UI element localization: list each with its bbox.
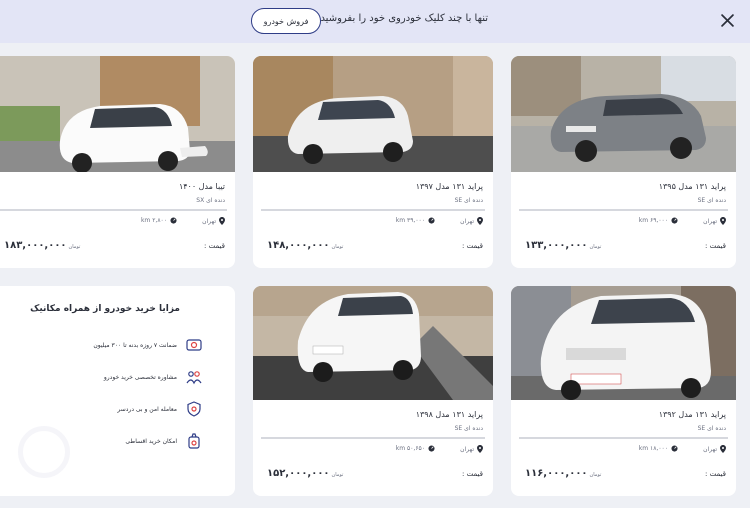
consulting-icon [185,368,203,386]
car-photo [511,286,736,400]
benefit-label: معامله امن و بی دردسر [117,405,177,413]
car-photo [253,286,493,400]
location-pin-icon [477,217,483,225]
listing-city: تهران [460,445,474,453]
car-photo [253,56,493,172]
divider [261,437,485,439]
price-label: قیمت : [462,242,483,250]
watermark-logo [18,426,70,478]
sell-car-button[interactable]: فروش خودرو [251,8,321,34]
close-button[interactable] [718,10,736,30]
listing-title: پراید ۱۳۱ مدل ۱۳۹۷ [415,182,483,191]
speedometer-icon [671,445,678,452]
listing-title: تیبا مدل ۱۴۰۰ [178,182,225,191]
listing-price: ۱۱۶,۰۰۰,۰۰۰ تومان [525,468,602,479]
divider [261,209,485,211]
speedometer-icon [170,217,177,224]
benefit-item: معامله امن و بی دردسر [117,400,203,418]
promo-text: تنها با چند کلیک خودروی خود را بفروشید [320,13,488,24]
listing-mileage: ۲,۸۰۰ km [140,217,167,224]
listing-mileage: ۶۹,۰۰۰ km [638,217,668,224]
listing-price: ۱۴۸,۰۰۰,۰۰۰ تومان [267,240,344,251]
listing-card[interactable]: پراید ۱۳۱ مدل ۱۳۹۷ دنده ای SE تهران ۳۹,۰… [253,56,493,268]
benefits-title: مزایا خرید خودرو از همراه مکانیک [30,304,180,314]
listing-title: پراید ۱۳۱ مدل ۱۳۹۲ [658,410,726,419]
divider [0,209,227,211]
benefit-item: مشاوره تخصصی خرید خودرو [104,368,203,386]
car-photo [0,56,235,172]
listing-card[interactable]: تیبا مدل ۱۴۰۰ دنده ای SX تهران ۲,۸۰۰ km … [0,56,235,268]
car-photo [511,56,736,172]
listing-trim: دنده ای SE [454,425,483,432]
listing-trim: دنده ای SE [697,425,726,432]
listing-price: ۱۳۳,۰۰۰,۰۰۰ تومان [525,240,602,251]
location-pin-icon [219,217,225,225]
listing-price: ۱۸۳,۰۰۰,۰۰۰ تومان [4,240,81,251]
listing-mileage: ۱۸,۰۰۰ km [638,445,668,452]
location-pin-icon [477,445,483,453]
warranty-icon [185,336,203,354]
listing-city: تهران [703,217,717,225]
location-pin-icon [720,217,726,225]
benefit-label: امکان خرید اقساطی [125,437,177,445]
price-label: قیمت : [204,242,225,250]
listing-card[interactable]: پراید ۱۳۱ مدل ۱۳۹۲ دنده ای SE تهران ۱۸,۰… [511,286,736,496]
benefit-label: مشاوره تخصصی خرید خودرو [103,373,177,381]
listing-city: تهران [703,445,717,453]
listing-card[interactable]: پراید ۱۳۱ مدل ۱۳۹۵ دنده ای SE تهران ۶۹,۰… [511,56,736,268]
close-icon [720,13,734,27]
benefits-panel: مزایا خرید خودرو از همراه مکانیک ضمانت ۷… [0,286,235,496]
speedometer-icon [428,217,435,224]
price-label: قیمت : [462,470,483,478]
listing-trim: دنده ای SX [196,197,225,204]
price-label: قیمت : [705,470,726,478]
listing-trim: دنده ای SE [697,197,726,204]
listing-mileage: ۵۰,۶۵۰ km [395,445,425,452]
shield-icon [185,400,203,418]
listing-title: پراید ۱۳۱ مدل ۱۳۹۸ [415,410,483,419]
location-pin-icon [720,445,726,453]
divider [519,437,728,439]
listing-title: پراید ۱۳۱ مدل ۱۳۹۵ [658,182,726,191]
benefit-label: ضمانت ۷ روزه بدنه تا ۳۰۰ میلیون [93,341,177,349]
divider [519,209,728,211]
speedometer-icon [428,445,435,452]
benefit-item: امکان خرید اقساطی [125,432,203,450]
installment-icon [185,432,203,450]
listing-price: ۱۵۲,۰۰۰,۰۰۰ تومان [267,468,344,479]
price-label: قیمت : [705,242,726,250]
benefit-item: ضمانت ۷ روزه بدنه تا ۳۰۰ میلیون [93,336,203,354]
listing-city: تهران [460,217,474,225]
listing-trim: دنده ای SE [454,197,483,204]
sell-promo-bar: تنها با چند کلیک خودروی خود را بفروشید ف… [0,0,750,43]
listing-card[interactable]: پراید ۱۳۱ مدل ۱۳۹۸ دنده ای SE تهران ۵۰,۶… [253,286,493,496]
speedometer-icon [671,217,678,224]
listing-mileage: ۳۹,۰۰۰ km [395,217,425,224]
listing-city: تهران [202,217,216,225]
